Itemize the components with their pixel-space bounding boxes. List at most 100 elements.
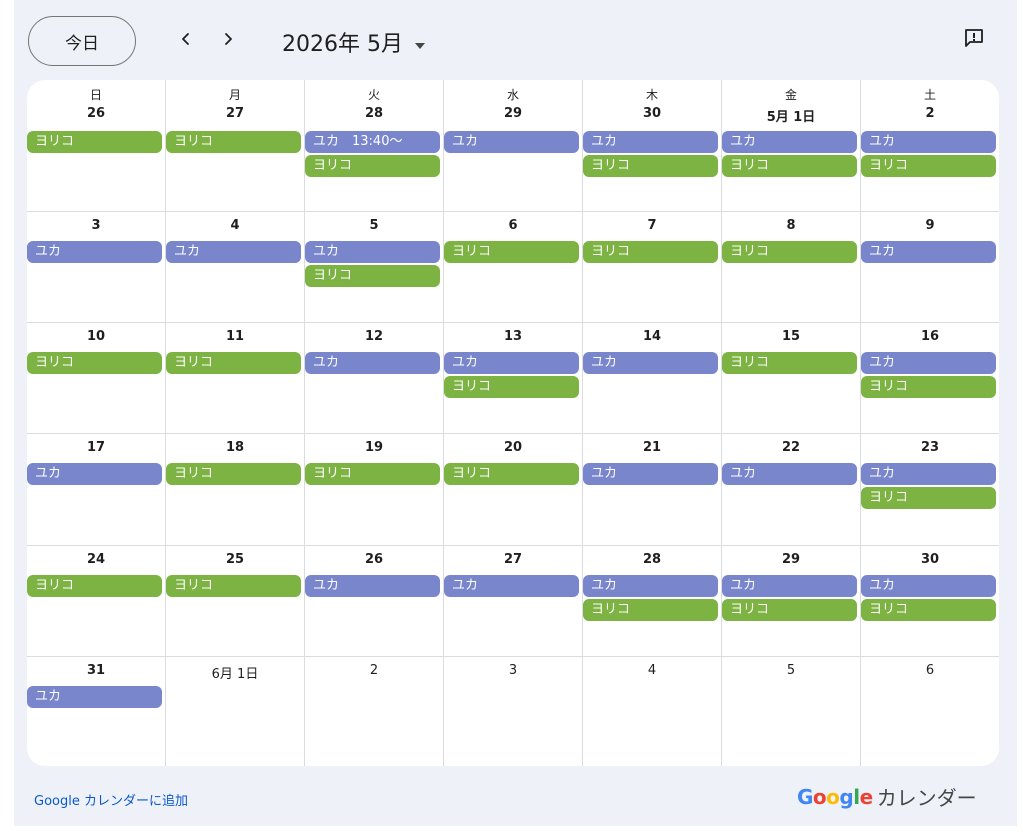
- day-number[interactable]: 12: [305, 329, 443, 344]
- event-chip-yuka[interactable]: ユカ: [722, 463, 857, 485]
- day-cell[interactable]: 14 ユカ: [582, 323, 721, 433]
- day-cell[interactable]: 29 ユカ ヨリコ: [721, 546, 860, 656]
- event-chip-yoriko[interactable]: ヨリコ: [583, 599, 718, 621]
- day-cell[interactable]: 15 ヨリコ: [721, 323, 860, 433]
- event-chip-yuka[interactable]: ユカ: [861, 241, 996, 263]
- event-chip-yoriko[interactable]: ヨリコ: [444, 241, 579, 263]
- day-cell[interactable]: 木 30 ユカ ヨリコ: [582, 80, 721, 211]
- day-cell[interactable]: 21 ユカ: [582, 434, 721, 545]
- day-number[interactable]: 25: [166, 552, 304, 567]
- event-chip-yuka[interactable]: ユカ: [861, 352, 996, 374]
- event-chip-yuka[interactable]: ユカ 13:40～: [305, 131, 440, 153]
- event-chip-yoriko[interactable]: ヨリコ: [305, 155, 440, 177]
- day-number[interactable]: 27: [166, 106, 304, 121]
- day-number[interactable]: 27: [444, 552, 582, 567]
- day-cell[interactable]: 31 ユカ: [27, 657, 165, 766]
- day-cell[interactable]: 17 ユカ: [27, 434, 165, 545]
- prev-month-button[interactable]: [168, 22, 204, 58]
- event-chip-yoriko[interactable]: ヨリコ: [166, 131, 301, 153]
- event-chip-yoriko[interactable]: ヨリコ: [722, 241, 857, 263]
- event-chip-yoriko[interactable]: ヨリコ: [444, 463, 579, 485]
- day-cell[interactable]: 土 2 ユカ ヨリコ: [860, 80, 999, 211]
- day-cell[interactable]: 25 ヨリコ: [165, 546, 304, 656]
- day-number[interactable]: 5: [305, 218, 443, 233]
- event-chip-yuka[interactable]: ユカ: [583, 463, 718, 485]
- day-cell[interactable]: 3 ユカ: [27, 212, 165, 322]
- event-chip-yuka[interactable]: ユカ: [305, 352, 440, 374]
- event-chip-yoriko[interactable]: ヨリコ: [305, 265, 440, 287]
- day-cell[interactable]: 日 26 ヨリコ: [27, 80, 165, 211]
- day-number[interactable]: 4: [166, 218, 304, 233]
- event-chip-yoriko[interactable]: ヨリコ: [583, 155, 718, 177]
- day-number[interactable]: 4: [583, 663, 721, 678]
- event-chip-yoriko[interactable]: ヨリコ: [166, 575, 301, 597]
- day-number[interactable]: 19: [305, 440, 443, 455]
- day-cell[interactable]: 16 ユカ ヨリコ: [860, 323, 999, 433]
- event-chip-yoriko[interactable]: ヨリコ: [861, 155, 996, 177]
- day-number[interactable]: 18: [166, 440, 304, 455]
- event-chip-yuka[interactable]: ユカ: [305, 575, 440, 597]
- day-number[interactable]: 31: [27, 663, 165, 678]
- day-cell[interactable]: 23 ユカ ヨリコ: [860, 434, 999, 545]
- day-number[interactable]: 17: [27, 440, 165, 455]
- day-number[interactable]: 28: [583, 552, 721, 567]
- event-chip-yuka[interactable]: ユカ: [444, 131, 579, 153]
- day-number[interactable]: 26: [305, 552, 443, 567]
- feedback-button[interactable]: [956, 22, 992, 58]
- event-chip-yoriko[interactable]: ヨリコ: [861, 599, 996, 621]
- day-cell[interactable]: 26 ユカ: [304, 546, 443, 656]
- event-chip-yuka[interactable]: ユカ: [27, 241, 162, 263]
- today-button[interactable]: 今日: [28, 16, 136, 66]
- day-number[interactable]: 5: [722, 663, 860, 678]
- add-to-google-calendar-link[interactable]: Google カレンダーに追加: [34, 790, 188, 809]
- day-number[interactable]: 2: [861, 106, 999, 121]
- event-chip-yoriko[interactable]: ヨリコ: [166, 463, 301, 485]
- next-month-button[interactable]: [210, 22, 246, 58]
- day-number[interactable]: 6: [861, 663, 999, 678]
- day-number[interactable]: 11: [166, 329, 304, 344]
- day-cell[interactable]: 28 ユカ ヨリコ: [582, 546, 721, 656]
- day-cell[interactable]: 6月 1日: [165, 657, 304, 766]
- event-chip-yoriko[interactable]: ヨリコ: [583, 241, 718, 263]
- day-number[interactable]: 30: [861, 552, 999, 567]
- day-cell[interactable]: 4: [582, 657, 721, 766]
- day-cell[interactable]: 5: [721, 657, 860, 766]
- day-number[interactable]: 24: [27, 552, 165, 567]
- day-cell[interactable]: 22 ユカ: [721, 434, 860, 545]
- day-number[interactable]: 13: [444, 329, 582, 344]
- day-number[interactable]: 23: [861, 440, 999, 455]
- day-number[interactable]: 29: [722, 552, 860, 567]
- day-number[interactable]: 3: [444, 663, 582, 678]
- day-number[interactable]: 9: [861, 218, 999, 233]
- event-chip-yuka[interactable]: ユカ: [861, 463, 996, 485]
- day-cell[interactable]: 19 ヨリコ: [304, 434, 443, 545]
- event-chip-yoriko[interactable]: ヨリコ: [27, 352, 162, 374]
- day-cell[interactable]: 月 27 ヨリコ: [165, 80, 304, 211]
- day-cell[interactable]: 5 ユカ ヨリコ: [304, 212, 443, 322]
- day-cell[interactable]: 10 ヨリコ: [27, 323, 165, 433]
- day-number[interactable]: 26: [27, 106, 165, 121]
- day-number[interactable]: 20: [444, 440, 582, 455]
- event-chip-yoriko[interactable]: ヨリコ: [722, 352, 857, 374]
- day-cell[interactable]: 9 ユカ: [860, 212, 999, 322]
- day-number[interactable]: 2: [305, 663, 443, 678]
- event-chip-yuka[interactable]: ユカ: [444, 352, 579, 374]
- event-chip-yuka[interactable]: ユカ: [583, 575, 718, 597]
- day-number[interactable]: 6: [444, 218, 582, 233]
- day-number[interactable]: 14: [583, 329, 721, 344]
- day-number[interactable]: 28: [305, 106, 443, 121]
- day-number[interactable]: 15: [722, 329, 860, 344]
- day-cell[interactable]: 24 ヨリコ: [27, 546, 165, 656]
- event-chip-yuka[interactable]: ユカ: [722, 575, 857, 597]
- event-chip-yoriko[interactable]: ヨリコ: [861, 487, 996, 509]
- day-cell[interactable]: 4 ユカ: [165, 212, 304, 322]
- event-chip-yuka[interactable]: ユカ: [305, 241, 440, 263]
- day-cell[interactable]: 7 ヨリコ: [582, 212, 721, 322]
- day-cell[interactable]: 火 28 ユカ 13:40～ ヨリコ: [304, 80, 443, 211]
- event-chip-yuka[interactable]: ユカ: [583, 131, 718, 153]
- event-chip-yuka[interactable]: ユカ: [166, 241, 301, 263]
- day-number[interactable]: 22: [722, 440, 860, 455]
- day-cell[interactable]: 水 29 ユカ: [443, 80, 582, 211]
- day-cell[interactable]: 6: [860, 657, 999, 766]
- day-number[interactable]: 7: [583, 218, 721, 233]
